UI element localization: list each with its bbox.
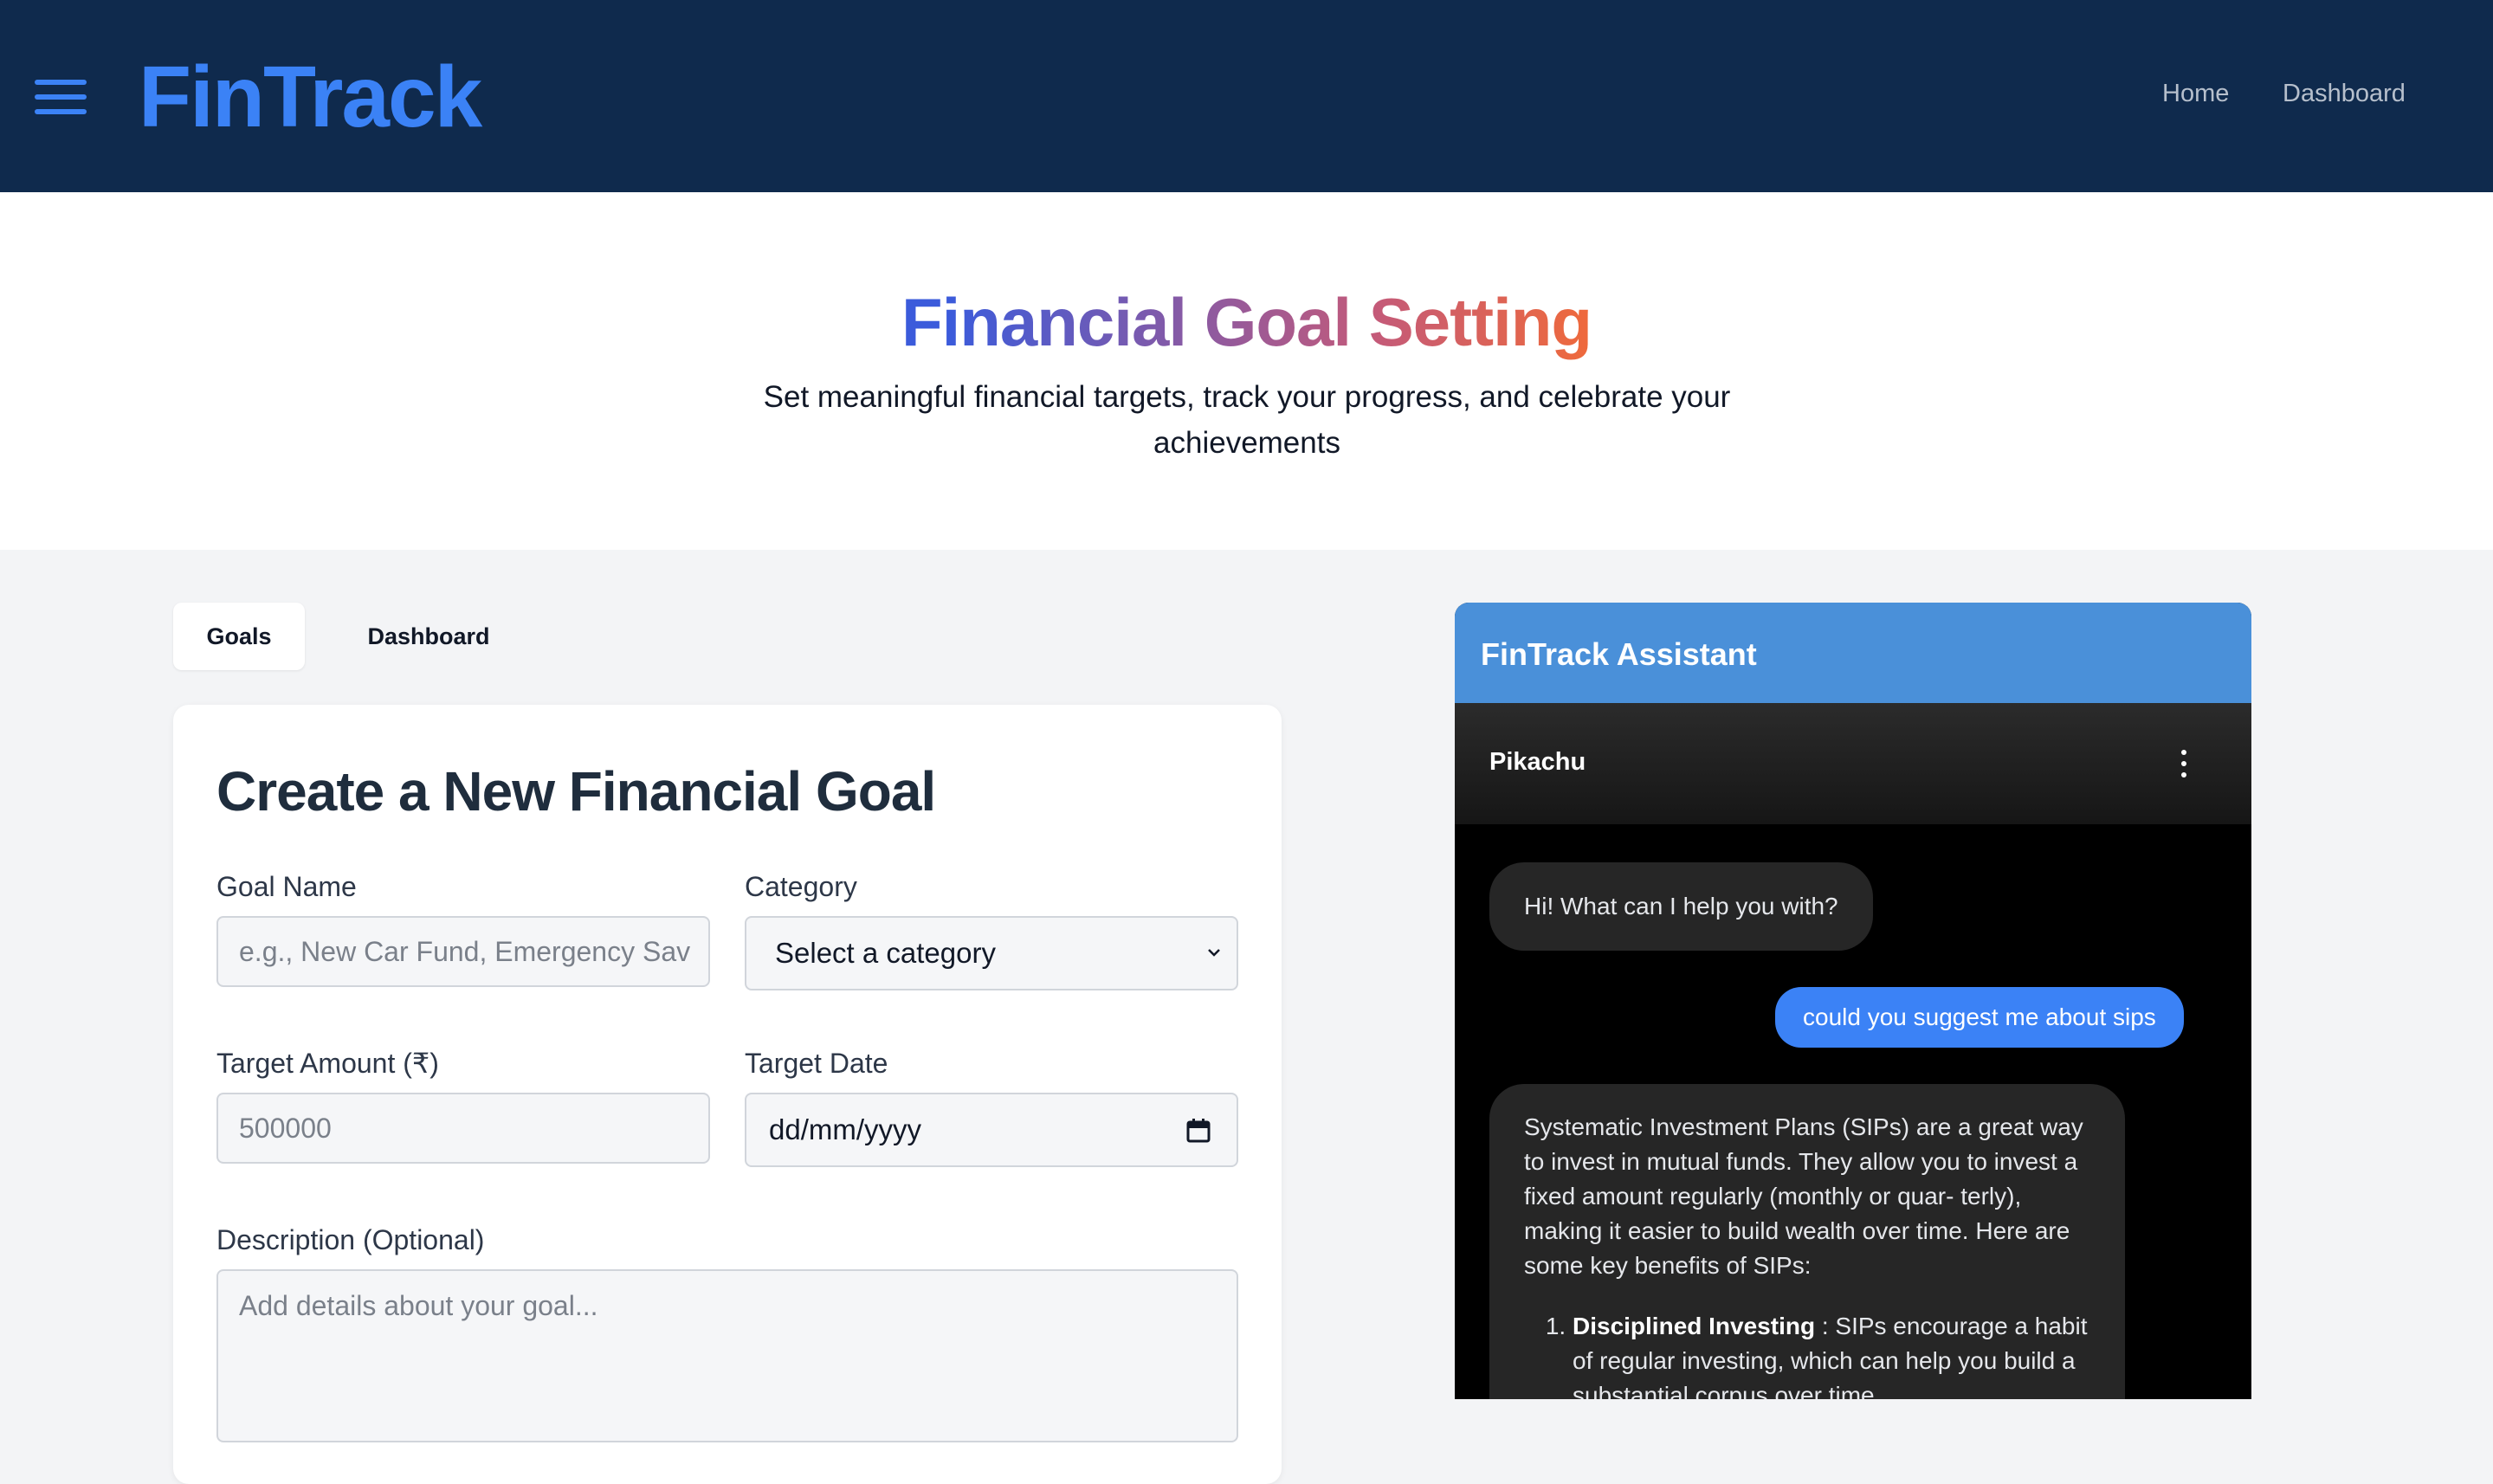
goal-name-input[interactable]: e.g., New Car Fund, Emergency Sav — [216, 916, 710, 987]
more-options-icon[interactable] — [2179, 748, 2189, 779]
tab-goals[interactable]: Goals — [173, 603, 305, 670]
category-select-value: Select a category — [775, 937, 996, 969]
bot-name: Pikachu — [1489, 748, 1586, 776]
chat-header: FinTrack Assistant — [1455, 603, 2251, 703]
top-navbar: FinTrack Home Dashboard — [0, 0, 2493, 192]
bot-message: Hi! What can I help you with? — [1489, 862, 1873, 951]
target-date-value: dd/mm/yyyy — [769, 1113, 922, 1145]
list-item: Disciplined Investing : SIPs encourage a… — [1573, 1309, 2090, 1399]
target-date-label: Target Date — [745, 1048, 888, 1079]
list-item-title: Disciplined Investing — [1573, 1313, 1816, 1339]
hero-section: Financial Goal Setting Set meaningful fi… — [0, 192, 2493, 550]
chat-title: FinTrack Assistant — [1481, 636, 1757, 672]
description-textarea[interactable]: Add details about your goal... — [216, 1269, 1238, 1442]
chat-subheader: Pikachu — [1455, 703, 2251, 824]
description-label: Description (Optional) — [216, 1224, 485, 1255]
page-subtitle: Set meaningful financial targets, track … — [763, 380, 1731, 460]
tab-dashboard[interactable]: Dashboard — [342, 603, 515, 670]
category-label: Category — [745, 871, 857, 902]
target-amount-input[interactable]: 500000 — [216, 1093, 710, 1164]
benefits-list: Disciplined Investing : SIPs encourage a… — [1524, 1309, 2090, 1399]
goal-name-label: Goal Name — [216, 871, 357, 902]
goal-form-card: Create a New Financial Goal Goal Name e.… — [173, 705, 1282, 1484]
nav-dashboard-link[interactable]: Dashboard — [2283, 76, 2406, 111]
menu-icon[interactable] — [35, 80, 87, 114]
category-select[interactable]: Select a category — [745, 916, 1238, 990]
chevron-down-icon — [1208, 949, 1220, 957]
nav-home-link[interactable]: Home — [2162, 76, 2229, 111]
chat-widget: FinTrack Assistant Pikachu Hi! What can … — [1455, 603, 2251, 1399]
user-message: could you suggest me about sips — [1775, 987, 2184, 1048]
form-title: Create a New Financial Goal — [216, 760, 936, 823]
bot-message: Systematic Investment Plans (SIPs) are a… — [1489, 1084, 2125, 1399]
bot-message-text: Systematic Investment Plans (SIPs) are a… — [1524, 1113, 2083, 1279]
target-date-input[interactable]: dd/mm/yyyy — [745, 1093, 1238, 1167]
brand-logo[interactable]: FinTrack — [139, 45, 482, 149]
target-amount-label: Target Amount (₹) — [216, 1048, 439, 1079]
page-title: Financial Goal Setting — [0, 279, 2493, 365]
calendar-icon[interactable] — [1185, 1117, 1212, 1145]
